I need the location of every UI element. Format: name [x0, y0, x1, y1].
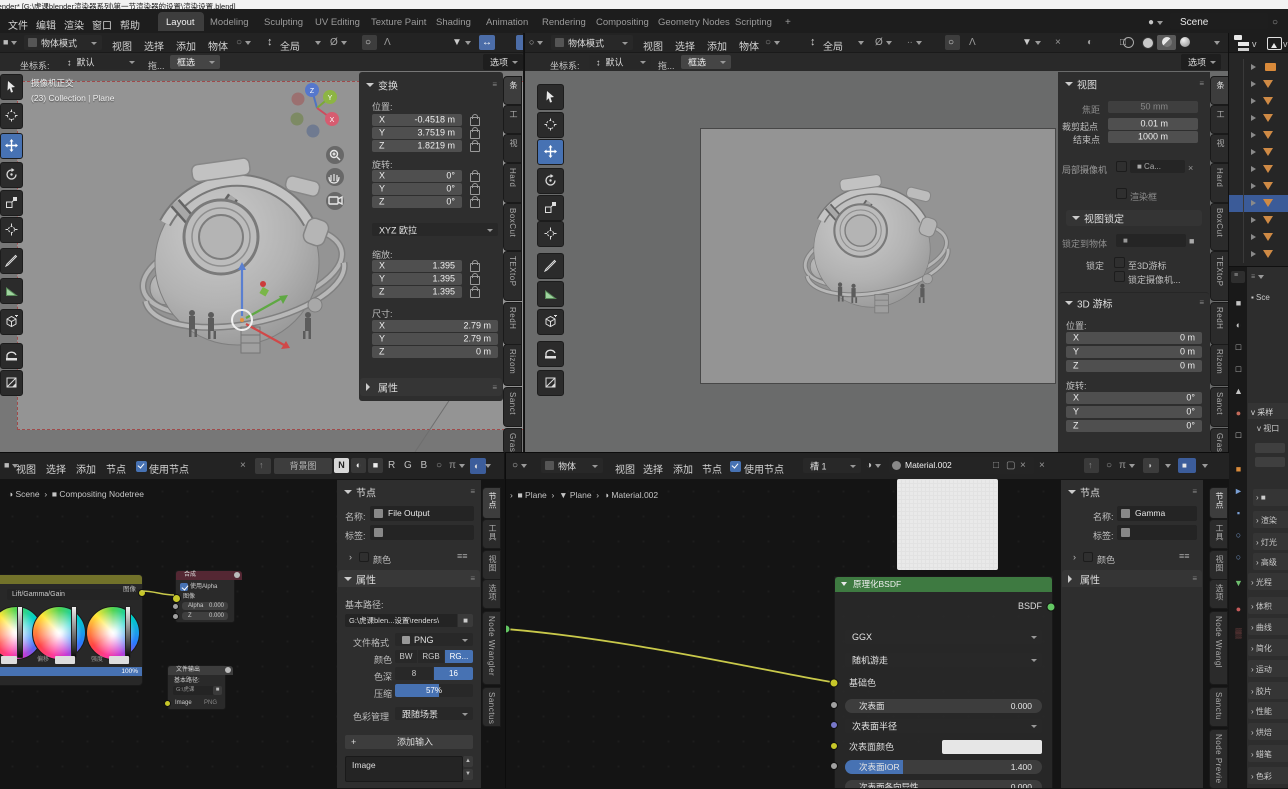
svg-text:X: X	[330, 117, 335, 124]
svg-text:Y: Y	[328, 95, 333, 102]
svg-text:Z: Z	[310, 88, 315, 95]
